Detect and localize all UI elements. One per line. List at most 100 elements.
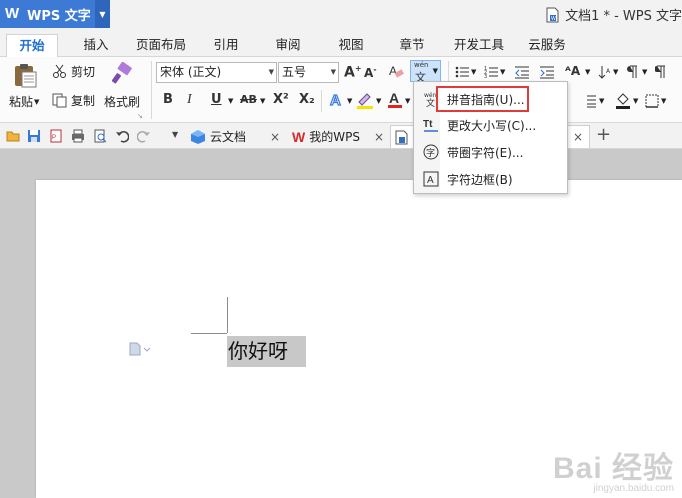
svg-text:wén: wén bbox=[424, 92, 437, 99]
doc-tab-cloud-docs[interactable]: 云文档 × bbox=[190, 125, 284, 148]
paste-icon[interactable] bbox=[12, 62, 38, 88]
tab-view[interactable]: 视图 bbox=[331, 34, 371, 57]
svg-text:P: P bbox=[52, 135, 56, 141]
superscript-button[interactable]: X² bbox=[273, 92, 289, 107]
tab-home[interactable]: 开始 bbox=[6, 34, 58, 57]
watermark-brand: Bai 经验 bbox=[552, 452, 674, 485]
menu-item-circled-char[interactable]: 字 带圈字符(E)... bbox=[414, 139, 567, 165]
svg-text:A: A bbox=[389, 90, 399, 106]
chevron-down-icon[interactable]: ▼ bbox=[405, 97, 410, 105]
show-marks-icon[interactable] bbox=[624, 65, 638, 79]
bullet-list-icon[interactable] bbox=[455, 65, 469, 79]
cube-icon bbox=[191, 129, 205, 144]
document-area: 你好呀 Bai 经验 jingyan.baidu.com bbox=[0, 149, 682, 498]
highlight-icon[interactable] bbox=[355, 90, 375, 110]
copy-button[interactable]: 复制 bbox=[52, 92, 95, 109]
cut-button[interactable]: 剪切 bbox=[52, 63, 95, 80]
format-painter-label: 格式刷 bbox=[104, 95, 141, 109]
font-size-select[interactable]: 五号 ▼ bbox=[278, 62, 339, 83]
menu-item-change-case[interactable]: Tt 更改大小写(C)... bbox=[414, 112, 567, 138]
dialog-launcher-icon[interactable]: ↘ bbox=[137, 112, 143, 120]
paragraph-layout-icon[interactable] bbox=[129, 342, 151, 356]
selected-text[interactable]: 你好呀 bbox=[227, 336, 306, 367]
chevron-down-icon[interactable]: ▼ bbox=[172, 130, 178, 139]
strikethrough-button[interactable]: AB bbox=[240, 93, 257, 106]
pinyin-guide-dropdown-button[interactable]: wén 文 ▼ bbox=[410, 60, 441, 84]
font-size-adjust-icon[interactable]: ᴬA bbox=[565, 64, 580, 78]
menu-item-label: 字符边框(B) bbox=[447, 172, 513, 187]
margin-corner-marker bbox=[227, 297, 228, 333]
close-icon[interactable]: × bbox=[374, 130, 384, 144]
print-icon[interactable] bbox=[71, 129, 85, 143]
numbered-list-icon[interactable]: 1 2 3 bbox=[484, 65, 498, 79]
tab-references[interactable]: 引用 bbox=[206, 34, 246, 57]
undo-icon[interactable] bbox=[115, 129, 129, 143]
save-icon[interactable] bbox=[27, 129, 41, 143]
close-icon[interactable]: × bbox=[573, 130, 583, 144]
document-icon: W bbox=[546, 7, 559, 22]
chevron-down-icon[interactable]: ▼ bbox=[613, 68, 618, 76]
format-painter-icon[interactable] bbox=[110, 62, 134, 86]
border-icon[interactable] bbox=[645, 94, 659, 108]
redo-icon[interactable] bbox=[137, 129, 151, 143]
paste-button[interactable]: 粘贴 ▼ bbox=[9, 93, 39, 110]
chevron-down-icon: ▼ bbox=[268, 68, 274, 76]
chevron-down-icon[interactable]: ▼ bbox=[228, 97, 233, 105]
chevron-down-icon[interactable]: ▼ bbox=[585, 68, 590, 76]
menu-item-char-border[interactable]: A 字符边框(B) bbox=[414, 166, 567, 192]
underline-button[interactable]: U bbox=[211, 92, 222, 107]
chevron-down-icon[interactable]: ▼ bbox=[500, 68, 505, 76]
open-folder-icon[interactable] bbox=[6, 129, 20, 143]
chevron-down-icon[interactable]: ▼ bbox=[642, 68, 647, 76]
app-menu-button[interactable]: W WPS 文字 ▼ bbox=[0, 0, 110, 28]
tab-review[interactable]: 审阅 bbox=[268, 34, 308, 57]
quick-access-bar: P ▼ 云文档 × W 我的WPS × × + bbox=[0, 123, 682, 149]
doc-tab-label: 我的WPS bbox=[309, 130, 360, 144]
copy-label: 复制 bbox=[71, 94, 96, 108]
text-effect-icon[interactable]: A bbox=[328, 90, 346, 110]
grow-font-icon[interactable]: A+ bbox=[344, 64, 362, 81]
close-icon[interactable]: × bbox=[270, 130, 280, 144]
svg-text:3: 3 bbox=[484, 74, 487, 79]
tab-page-layout[interactable]: 页面布局 bbox=[132, 34, 190, 57]
print-preview-icon[interactable] bbox=[93, 129, 107, 143]
chevron-down-icon[interactable]: ▼ bbox=[661, 97, 666, 105]
doc-tab-my-wps[interactable]: W 我的WPS × bbox=[292, 125, 386, 148]
chevron-down-icon[interactable]: ▼ bbox=[95, 0, 110, 28]
svg-text:A: A bbox=[427, 175, 434, 186]
shrink-font-icon[interactable]: A- bbox=[364, 65, 377, 80]
italic-button[interactable]: I bbox=[187, 92, 192, 108]
font-name-select[interactable]: 宋体 (正文) ▼ bbox=[156, 62, 277, 83]
chevron-down-icon[interactable]: ▼ bbox=[347, 97, 352, 105]
chevron-down-icon[interactable]: ▼ bbox=[376, 97, 381, 105]
chevron-down-icon[interactable]: ▼ bbox=[633, 97, 638, 105]
doc-tab-label: 云文档 bbox=[210, 130, 247, 144]
line-spacing-icon[interactable] bbox=[582, 94, 596, 108]
sort-icon[interactable]: A bbox=[598, 65, 612, 79]
font-size-value: 五号 bbox=[282, 65, 307, 79]
increase-indent-icon[interactable] bbox=[540, 65, 554, 79]
font-color-icon[interactable]: A bbox=[386, 89, 404, 109]
subscript-button[interactable]: X₂ bbox=[299, 92, 315, 107]
scissors-icon bbox=[53, 64, 66, 78]
format-painter-button[interactable]: 格式刷 bbox=[104, 93, 140, 110]
chevron-down-icon[interactable]: ▼ bbox=[260, 97, 265, 105]
decrease-indent-icon[interactable] bbox=[515, 65, 529, 79]
tab-cloud-service[interactable]: 云服务 bbox=[522, 34, 572, 57]
clear-format-icon[interactable]: A bbox=[388, 63, 404, 79]
shading-icon[interactable] bbox=[615, 92, 631, 110]
tab-insert[interactable]: 插入 bbox=[76, 34, 116, 57]
new-tab-icon[interactable]: + bbox=[596, 124, 611, 145]
chevron-down-icon[interactable]: ▼ bbox=[599, 97, 604, 105]
chevron-down-icon[interactable]: ▼ bbox=[471, 68, 476, 76]
divider bbox=[321, 90, 322, 112]
ribbon: 粘贴 ▼ 剪切 复制 格式刷 ↘ 宋体 (正文) ▼ 五号 ▼ A+ A- A … bbox=[0, 57, 682, 123]
show-hide-icon[interactable] bbox=[655, 65, 669, 79]
wps-window: W WPS 文字 ▼ W 文档1 * - WPS 文字 开始 插入 页面布局 引… bbox=[0, 0, 682, 498]
export-pdf-icon[interactable]: P bbox=[49, 129, 63, 143]
bold-button[interactable]: B bbox=[163, 92, 173, 107]
tab-chapter[interactable]: 章节 bbox=[392, 34, 432, 57]
highlight-box bbox=[436, 86, 529, 112]
window-title-text: 文档1 * - WPS 文字 bbox=[565, 9, 682, 24]
tab-developer[interactable]: 开发工具 bbox=[450, 34, 508, 57]
